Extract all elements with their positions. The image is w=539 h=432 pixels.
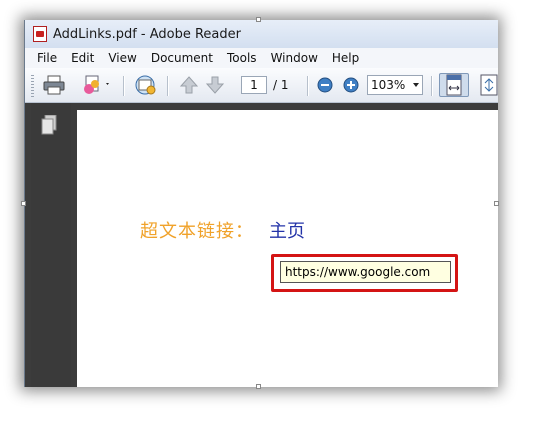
homepage-link[interactable]: 主页 — [269, 217, 305, 243]
zoom-out-button[interactable] — [315, 73, 335, 97]
pages-icon[interactable] — [41, 115, 57, 135]
fit-width-icon — [446, 74, 462, 96]
pdf-app-icon — [33, 26, 47, 42]
page-number-input[interactable]: 1 — [241, 76, 267, 94]
menu-tools[interactable]: Tools — [220, 51, 264, 65]
cloud-icon — [135, 75, 156, 95]
menu-file[interactable]: File — [25, 51, 64, 65]
print-button[interactable] — [41, 73, 67, 97]
toolbar-separator — [123, 76, 124, 96]
hyperlink-label: 超文本链接： — [140, 221, 254, 242]
previous-page-icon — [179, 76, 199, 94]
title-bar: AddLinks.pdf - Adobe Reader — [25, 20, 498, 49]
pdf-page: 超文本链接： 主页 https://www.google.com — [77, 110, 498, 387]
zoom-out-icon — [317, 77, 333, 93]
menu-window[interactable]: Window — [264, 51, 325, 65]
menu-view[interactable]: View — [101, 51, 143, 65]
previous-page-button[interactable] — [177, 73, 201, 97]
toolbar-separator — [431, 76, 432, 96]
share-icon — [84, 75, 109, 94]
menu-help[interactable]: Help — [325, 51, 366, 65]
adobe-reader-window: AddLinks.pdf - Adobe Reader File Edit Vi… — [24, 20, 498, 387]
zoom-value: 103% — [371, 78, 406, 92]
zoom-select[interactable]: 103% — [367, 75, 423, 95]
chevron-down-icon — [413, 83, 419, 87]
window-title: AddLinks.pdf - Adobe Reader — [53, 26, 241, 42]
zoom-in-button[interactable] — [341, 73, 361, 97]
next-page-button[interactable] — [203, 73, 227, 97]
zoom-in-icon — [343, 77, 359, 93]
resize-handle[interactable] — [21, 201, 26, 206]
page-total: / 1 — [273, 78, 289, 92]
navigation-pane — [31, 103, 71, 387]
collaborate-button[interactable] — [131, 73, 159, 97]
menu-edit[interactable]: Edit — [64, 51, 101, 65]
document-workspace: 超文本链接： 主页 https://www.google.com — [25, 103, 498, 387]
toolbar-separator — [307, 76, 308, 96]
resize-handle[interactable] — [494, 201, 499, 206]
fit-page-button[interactable] — [477, 73, 498, 97]
share-button[interactable] — [79, 73, 113, 97]
link-tooltip: https://www.google.com — [280, 261, 451, 283]
print-icon — [43, 75, 65, 95]
menu-document[interactable]: Document — [144, 51, 220, 65]
resize-handle[interactable] — [256, 384, 261, 389]
fit-page-icon — [480, 74, 498, 96]
next-page-icon — [205, 76, 225, 94]
toolbar: 1 / 1 103% — [25, 68, 498, 103]
menu-bar: File Edit View Document Tools Window Hel… — [25, 48, 498, 69]
toolbar-separator — [167, 76, 168, 96]
toolbar-grip[interactable] — [31, 75, 34, 97]
resize-handle[interactable] — [256, 17, 261, 22]
fit-width-button[interactable] — [439, 73, 469, 97]
